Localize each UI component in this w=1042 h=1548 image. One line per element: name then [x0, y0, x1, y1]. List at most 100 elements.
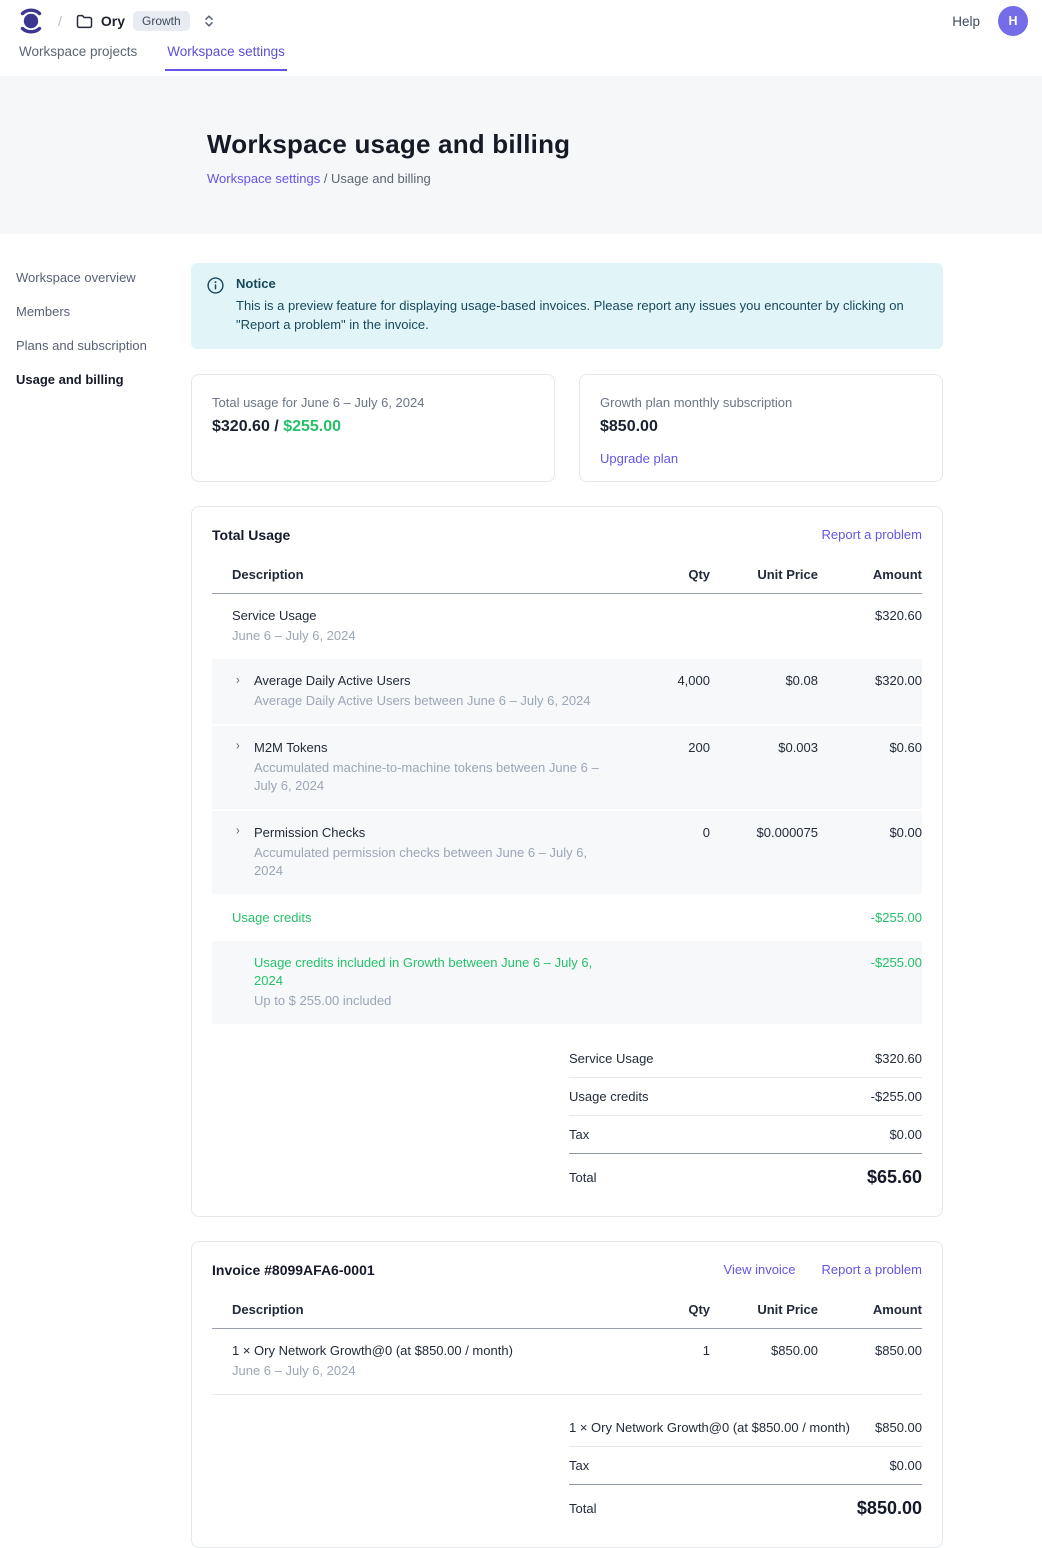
chevron-up-down-icon[interactable] [204, 14, 214, 28]
row-amount: $320.00 [818, 672, 922, 690]
sidebar-item-plans-subscription[interactable]: Plans and subscription [16, 332, 191, 359]
chevron-right-icon[interactable]: › [236, 670, 246, 713]
summary-row-tax: Tax $0.00 [569, 1116, 922, 1154]
row-amount: $0.60 [818, 739, 922, 757]
col-unit-price: Unit Price [710, 1302, 818, 1317]
plan-subscription-card: Growth plan monthly subscription $850.00… [579, 374, 943, 482]
summary-row-total: Total $65.60 [569, 1154, 922, 1192]
table-row-growth-plan: 1 × Ory Network Growth@0 (at $850.00 / m… [212, 1329, 922, 1395]
col-unit-price: Unit Price [710, 567, 818, 582]
row-amount: -$255.00 [818, 909, 922, 927]
breadcrumb: Workspace settings / Usage and billing [207, 171, 1042, 186]
user-avatar[interactable]: H [998, 6, 1028, 36]
col-qty: Qty [618, 1302, 710, 1317]
tab-workspace-settings[interactable]: Workspace settings [165, 42, 287, 71]
breadcrumb-separator: / [58, 13, 62, 29]
row-subtitle: Accumulated permission checks between Ju… [254, 844, 618, 880]
workspace-name: Ory [101, 13, 125, 29]
usage-amount-separator: / [270, 418, 283, 435]
workspace-switcher[interactable]: Ory Growth [76, 11, 214, 31]
row-title: Permission Checks [254, 824, 618, 842]
report-problem-link[interactable]: Report a problem [822, 527, 922, 542]
table-row-daily-active-users[interactable]: › Average Daily Active Users Average Dai… [212, 659, 922, 726]
row-unit-price: $0.003 [710, 739, 818, 757]
summary-value: $850.00 [875, 1420, 922, 1435]
row-title: Usage credits included in Growth between… [254, 954, 618, 990]
table-row-service-usage: Service Usage June 6 – July 6, 2024 $320… [212, 594, 922, 659]
chevron-right-icon[interactable]: › [236, 821, 246, 884]
main-content: Notice This is a preview feature for dis… [191, 234, 943, 1548]
invoice-table: Description Qty Unit Price Amount 1 × Or… [212, 1292, 922, 1395]
row-qty: 200 [618, 739, 710, 757]
total-value: $850.00 [857, 1498, 922, 1519]
breadcrumb-sep: / [320, 171, 331, 186]
row-qty: 1 [618, 1342, 710, 1360]
sidebar-item-usage-billing[interactable]: Usage and billing [16, 366, 191, 393]
ory-logo-icon[interactable] [18, 6, 44, 36]
help-link[interactable]: Help [952, 14, 980, 29]
summary-label: Tax [569, 1458, 589, 1473]
row-amount: -$255.00 [818, 954, 922, 972]
summary-label: Service Usage [569, 1051, 654, 1066]
table-row-usage-credits: Usage credits -$255.00 [212, 896, 922, 941]
plan-badge: Growth [133, 11, 190, 31]
workspace-tabs: Workspace projects Workspace settings [0, 42, 1042, 76]
settings-sidebar: Workspace overview Members Plans and sub… [0, 234, 191, 400]
chevron-right-icon[interactable]: › [236, 736, 246, 799]
sidebar-item-members[interactable]: Members [16, 298, 191, 325]
invoice-card: Invoice #8099AFA6-0001 View invoice Repo… [191, 1241, 943, 1548]
row-amount: $320.60 [818, 607, 922, 625]
summary-row-tax: Tax $0.00 [569, 1447, 922, 1485]
table-row-usage-credits-detail: › Usage credits included in Growth betwe… [212, 941, 922, 1026]
total-usage-value: $320.60 / $255.00 [212, 418, 534, 436]
report-problem-link[interactable]: Report a problem [822, 1262, 922, 1277]
row-amount: $0.00 [818, 824, 922, 842]
table-row-m2m-tokens[interactable]: › M2M Tokens Accumulated machine-to-mach… [212, 726, 922, 811]
summary-row-plan: 1 × Ory Network Growth@0 (at $850.00 / m… [569, 1409, 922, 1447]
row-amount: $850.00 [818, 1342, 922, 1360]
upgrade-plan-link[interactable]: Upgrade plan [600, 451, 678, 466]
usage-amount: $320.60 [212, 418, 270, 435]
top-bar: / Ory Growth Help H [0, 0, 1042, 42]
row-qty: 4,000 [618, 672, 710, 690]
total-usage-summary-card: Total usage for June 6 – July 6, 2024 $3… [191, 374, 555, 482]
row-subtitle: June 6 – July 6, 2024 [232, 1362, 618, 1380]
page-title: Workspace usage and billing [207, 129, 1042, 160]
col-amount: Amount [818, 1302, 922, 1317]
summary-value: $320.60 [875, 1051, 922, 1066]
row-subtitle: Average Daily Active Users between June … [254, 692, 591, 710]
col-amount: Amount [818, 567, 922, 582]
page-header: Workspace usage and billing Workspace se… [0, 76, 1042, 234]
preview-notice-banner: Notice This is a preview feature for dis… [191, 263, 943, 349]
row-unit-price: $0.08 [710, 672, 818, 690]
tab-workspace-projects[interactable]: Workspace projects [17, 42, 139, 69]
row-title: Average Daily Active Users [254, 672, 591, 690]
usage-summary: Service Usage $320.60 Usage credits -$25… [569, 1040, 922, 1192]
breadcrumb-current: Usage and billing [331, 171, 431, 186]
table-row-permission-checks[interactable]: › Permission Checks Accumulated permissi… [212, 811, 922, 896]
invoice-summary: 1 × Ory Network Growth@0 (at $850.00 / m… [569, 1409, 922, 1523]
total-label: Total [569, 1170, 596, 1185]
row-qty: 0 [618, 824, 710, 842]
view-invoice-link[interactable]: View invoice [724, 1262, 796, 1277]
summary-row-usage-credits: Usage credits -$255.00 [569, 1078, 922, 1116]
row-title: Usage credits [232, 909, 618, 927]
notice-body: This is a preview feature for displaying… [236, 297, 925, 335]
row-subtitle: Accumulated machine-to-machine tokens be… [254, 759, 618, 795]
invoice-card-title: Invoice #8099AFA6-0001 [212, 1262, 375, 1278]
usage-credit-amount: $255.00 [283, 418, 341, 435]
total-value: $65.60 [867, 1167, 922, 1188]
row-title: 1 × Ory Network Growth@0 (at $850.00 / m… [232, 1342, 618, 1360]
total-usage-label: Total usage for June 6 – July 6, 2024 [212, 395, 534, 410]
row-subtitle: June 6 – July 6, 2024 [232, 627, 618, 645]
row-title: Service Usage [232, 607, 618, 625]
usage-card-title: Total Usage [212, 527, 290, 543]
summary-value: $0.00 [889, 1127, 922, 1142]
sidebar-item-workspace-overview[interactable]: Workspace overview [16, 264, 191, 291]
summary-label: 1 × Ory Network Growth@0 (at $850.00 / m… [569, 1420, 864, 1435]
breadcrumb-settings-link[interactable]: Workspace settings [207, 171, 320, 186]
row-subtitle: Up to $ 255.00 included [254, 992, 618, 1010]
folder-icon [76, 14, 93, 29]
summary-row-total: Total $850.00 [569, 1485, 922, 1523]
info-icon [207, 277, 224, 294]
